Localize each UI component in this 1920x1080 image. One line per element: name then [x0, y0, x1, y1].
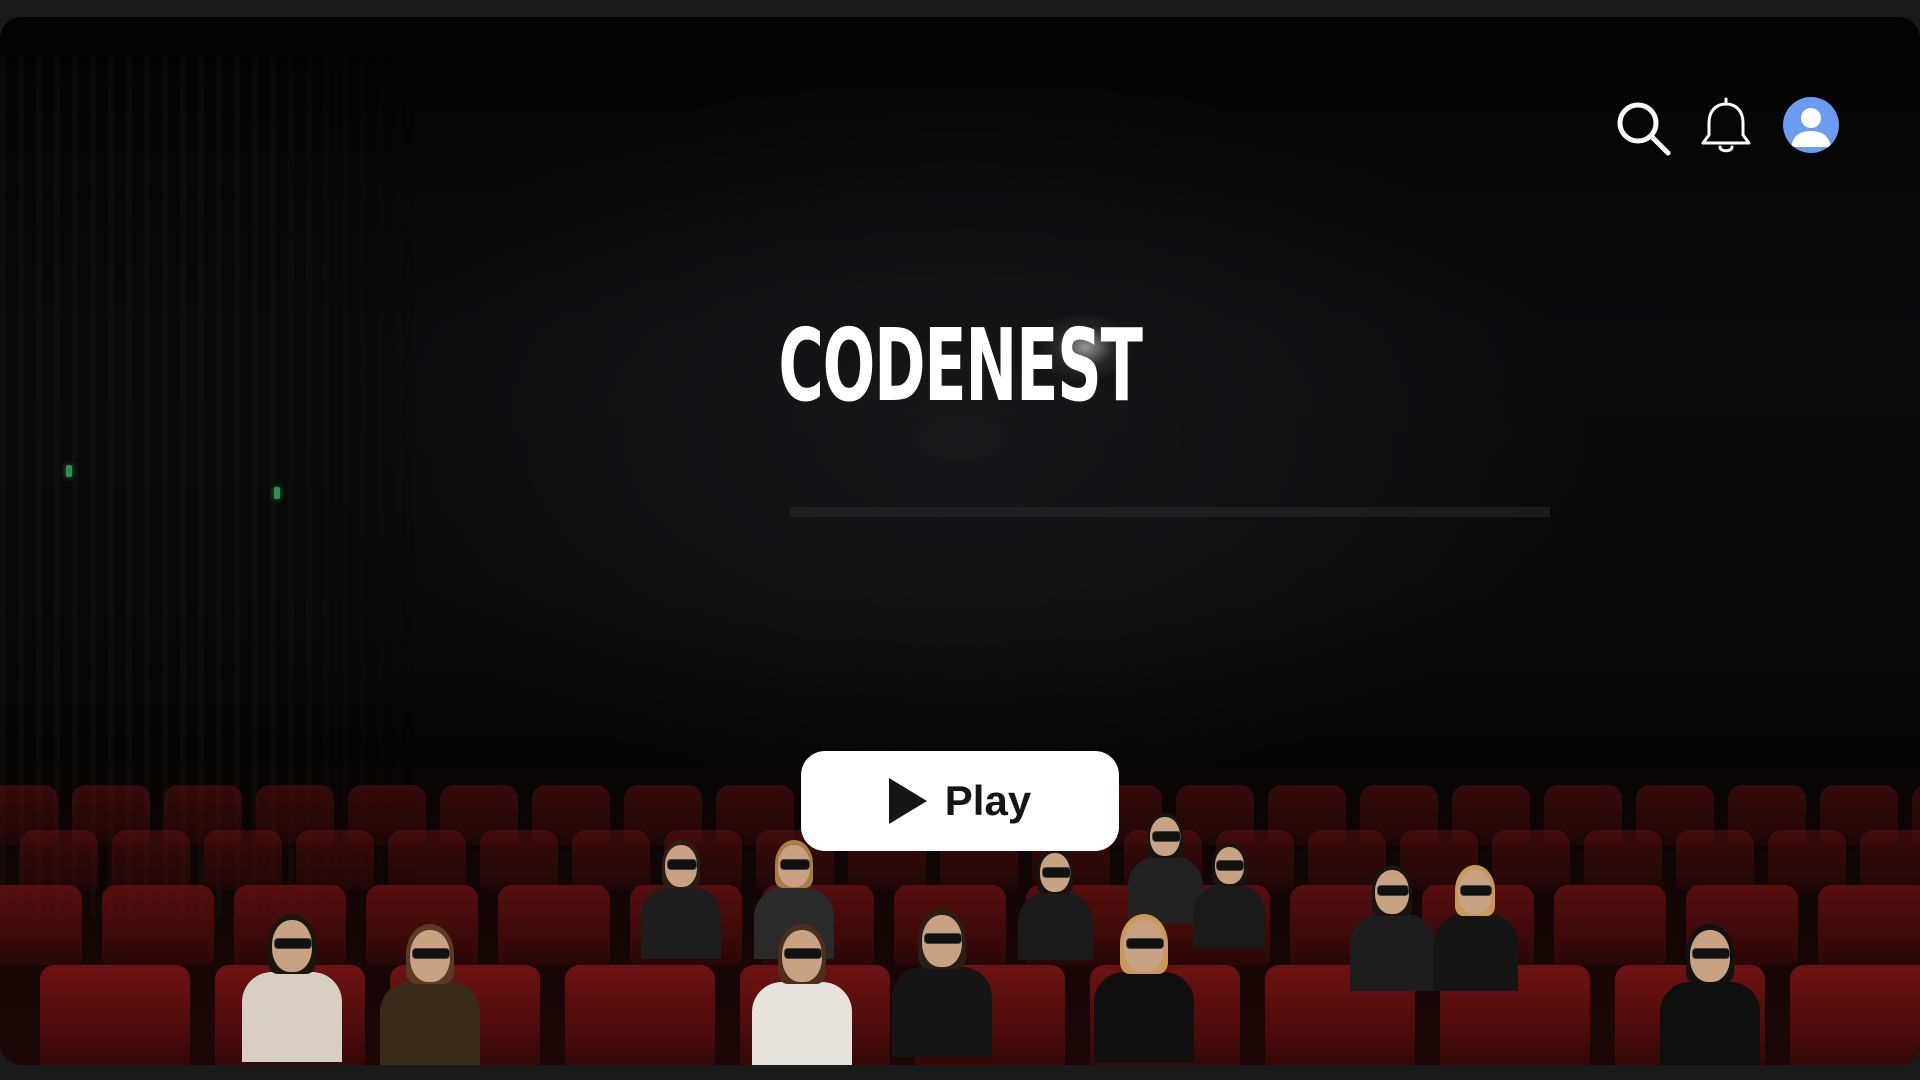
theater-seat — [1492, 830, 1570, 890]
user-silhouette-icon — [1791, 108, 1831, 147]
theater-seat — [565, 965, 715, 1065]
hero-background-image — [0, 17, 1920, 1065]
theater-seat — [296, 830, 374, 890]
theater-seat — [1676, 830, 1754, 890]
theater-seat — [572, 830, 650, 890]
user-avatar-icon[interactable] — [1783, 97, 1839, 153]
theater-balcony — [790, 507, 1550, 517]
exit-light — [274, 487, 280, 499]
play-button-label: Play — [944, 777, 1032, 824]
theater-seat — [1584, 830, 1662, 890]
theater-seat — [1818, 885, 1920, 965]
theater-seat — [1554, 885, 1666, 965]
theater-seat — [102, 885, 214, 965]
play-icon — [888, 778, 927, 824]
theater-seat — [1790, 965, 1920, 1065]
bell-icon[interactable] — [1698, 95, 1754, 157]
theater-seat — [480, 830, 558, 890]
theater-seat — [1860, 830, 1920, 890]
search-icon[interactable] — [1614, 99, 1672, 157]
theater-seat — [1768, 830, 1846, 890]
app-title: CODENEST — [778, 307, 1143, 424]
theater-seat — [388, 830, 466, 890]
play-button[interactable]: Play — [801, 751, 1119, 851]
theater-seat — [40, 965, 190, 1065]
exit-light — [66, 465, 72, 477]
theater-seat — [204, 830, 282, 890]
theater-seat — [0, 885, 82, 965]
theater-seat — [112, 830, 190, 890]
theater-seat — [498, 885, 610, 965]
theater-seat — [20, 830, 98, 890]
app-window: CODENEST Play — [0, 17, 1920, 1065]
